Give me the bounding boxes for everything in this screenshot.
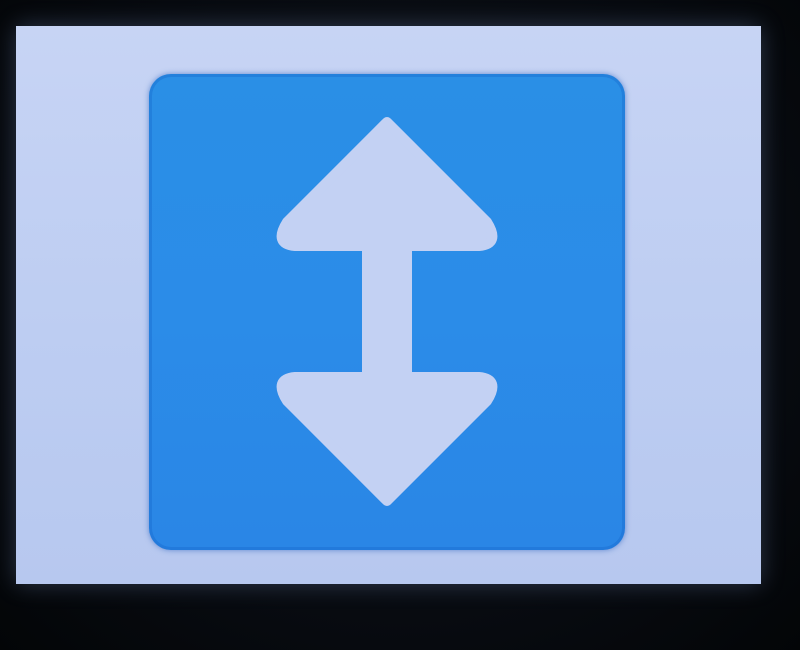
up-down-arrow-icon: [276, 117, 498, 506]
display-screen: [16, 26, 761, 584]
icon-tile: [149, 74, 625, 550]
arrow-shape: [276, 117, 498, 506]
